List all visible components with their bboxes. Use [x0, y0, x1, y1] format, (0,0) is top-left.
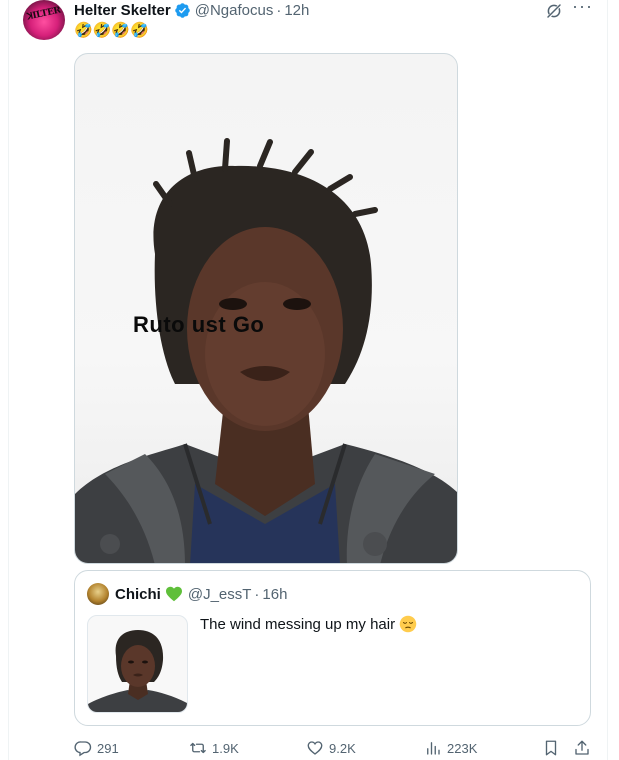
reply-count: 291 — [97, 740, 119, 756]
quoted-author-avatar — [87, 583, 109, 605]
green-heart-icon — [165, 586, 182, 602]
quoted-tweet-card[interactable]: Chichi @J_essT · 16h The wind messing up… — [74, 570, 591, 726]
more-options-icon[interactable]: ··· — [572, 0, 594, 18]
column-border-left — [8, 0, 9, 760]
share-icon — [575, 740, 589, 755]
tweet-text: 🤣🤣🤣🤣 — [74, 22, 149, 39]
pensive-face-emoji — [399, 615, 417, 633]
share-button[interactable] — [573, 738, 591, 758]
separator-dot: · — [276, 1, 282, 19]
quoted-thumbnail-photo — [88, 630, 187, 712]
author-handle[interactable]: @Ngafocus — [195, 2, 274, 19]
quoted-media-thumbnail — [87, 615, 188, 713]
views-count: 223K — [447, 740, 478, 756]
quoted-tweet-text-row: The wind messing up my hair — [200, 615, 417, 633]
column-border-right — [607, 0, 608, 760]
tweet-header: Helter Skelter @Ngafocus · 12h — [74, 0, 309, 20]
separator-dot: · — [254, 585, 260, 603]
reply-button[interactable]: 291 — [74, 738, 119, 758]
quoted-tweet-text: The wind messing up my hair — [200, 615, 396, 633]
bookmark-button[interactable] — [542, 738, 560, 758]
like-count: 9.2K — [329, 740, 356, 756]
reply-icon — [74, 741, 92, 757]
author-avatar[interactable]: ꓘILTER — [23, 0, 65, 40]
analytics-icon — [427, 742, 440, 755]
avatar-art: ꓘILTER — [26, 5, 62, 23]
retweet-icon — [190, 742, 206, 754]
retweet-button[interactable]: 1.9K — [189, 738, 239, 758]
quoted-author-handle: @J_essT — [187, 585, 252, 603]
image-overlay-caption: Ruto ust Go — [133, 312, 265, 337]
retweet-count: 1.9K — [212, 740, 239, 756]
views-button[interactable]: 223K — [424, 738, 477, 758]
quoted-tweet-header: Chichi @J_essT · 16h — [115, 584, 287, 604]
quoted-tweet-timestamp: 16h — [262, 585, 288, 603]
verified-badge-icon — [174, 2, 190, 18]
portrait-photo — [75, 138, 457, 563]
like-button[interactable]: 9.2K — [306, 738, 356, 758]
heart-icon — [307, 741, 323, 755]
grok-icon[interactable] — [545, 2, 563, 20]
quoted-author-display-name: Chichi — [115, 585, 161, 603]
tweet-action-bar: 291 1.9K 9.2K 223K — [74, 738, 594, 758]
tweet-timestamp[interactable]: 12h — [284, 2, 309, 19]
author-display-name[interactable]: Helter Skelter — [74, 2, 171, 19]
bookmark-icon — [545, 740, 557, 756]
tweet-media-image[interactable]: Ruto ust Go — [74, 53, 458, 564]
